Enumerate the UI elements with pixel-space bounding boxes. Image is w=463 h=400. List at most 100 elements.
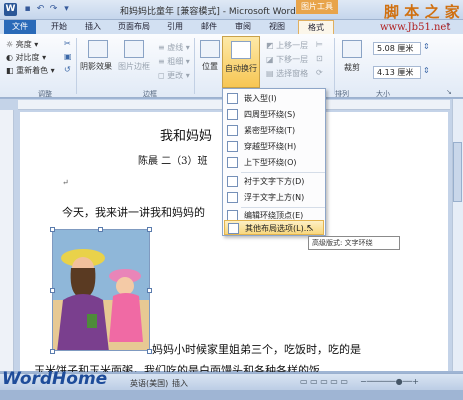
width-input[interactable]: 4.13 厘米	[373, 66, 421, 79]
resize-handle[interactable]	[98, 227, 103, 232]
border-color-button[interactable]: ◻ 更改 ▾	[158, 70, 190, 81]
menu-item-tight[interactable]: 紧密型环绕(T)	[224, 123, 324, 138]
border-style-button[interactable]: ≡ 粗细 ▾	[158, 56, 190, 67]
border-weight-button[interactable]: ≡ 虚线 ▾	[158, 42, 190, 53]
tab-home[interactable]: 开始	[46, 20, 72, 34]
wrap-through-icon	[227, 141, 238, 152]
send-backward-button[interactable]: ◪ 下移一层	[266, 54, 308, 65]
crop-icon[interactable]	[342, 40, 362, 58]
tab-insert[interactable]: 插入	[80, 20, 106, 34]
rotate-icon[interactable]: ⟳	[316, 68, 323, 77]
redo-icon[interactable]: ↷	[48, 4, 59, 15]
wrap-in-front-icon	[227, 192, 238, 203]
menu-item-label: 四周型环绕(S)	[244, 110, 296, 119]
menu-item-label: 其他布局选项(L)...	[245, 224, 312, 233]
tab-format[interactable]: 格式	[298, 20, 334, 34]
position-label[interactable]: 位置	[202, 61, 218, 72]
tab-review[interactable]: 审阅	[230, 20, 256, 34]
resize-handle[interactable]	[147, 288, 152, 293]
layout-options-icon	[228, 223, 239, 234]
align-icon[interactable]: ⊨	[316, 40, 323, 49]
wrap-square-icon	[227, 109, 238, 120]
contrast-label: 对比度	[15, 53, 40, 62]
tab-file[interactable]: 文件	[4, 20, 36, 34]
height-spinner-icon[interactable]: ⇕	[423, 42, 430, 51]
width-spinner-icon[interactable]: ⇕	[423, 66, 430, 75]
resize-handle[interactable]	[50, 227, 55, 232]
group-separator	[334, 38, 335, 94]
group-label-adjust: 调整	[38, 90, 52, 98]
tab-view[interactable]: 视图	[264, 20, 290, 34]
group-separator	[194, 38, 195, 94]
tooltip: 高级版式: 文字环绕	[308, 236, 400, 250]
wrap-top-bottom-icon	[227, 157, 238, 168]
shadow-effects-icon[interactable]	[88, 40, 108, 58]
scrollbar-thumb[interactable]	[453, 142, 462, 202]
wordhome-logo: WordHome	[2, 369, 108, 389]
resize-handle[interactable]	[50, 349, 55, 354]
word-app-icon[interactable]: W	[4, 3, 17, 16]
recolor-button[interactable]: ◧ 重新着色 ▾	[6, 65, 55, 76]
language-indicator[interactable]: 英语(美国)	[130, 378, 168, 389]
save-icon[interactable]: ▪	[22, 4, 33, 15]
bottom-strip	[0, 390, 463, 400]
crop-label[interactable]: 裁剪	[344, 62, 360, 73]
shadow-effects-label[interactable]: 阴影效果	[80, 61, 112, 72]
menu-item-label: 嵌入型(I)	[244, 94, 277, 103]
resize-handle[interactable]	[147, 227, 152, 232]
insert-mode-indicator[interactable]: 插入	[172, 378, 188, 389]
bring-forward-label: 上移一层	[276, 41, 309, 50]
menu-item-top-bottom[interactable]: 上下型环绕(O)	[224, 155, 324, 170]
vertical-scrollbar[interactable]	[452, 99, 463, 371]
resize-handle[interactable]	[147, 349, 152, 354]
selection-pane-button[interactable]: ▤ 选择窗格	[266, 68, 308, 79]
document-heading[interactable]: 我和妈妈	[160, 125, 212, 144]
recolor-label: 重新着色	[16, 66, 49, 75]
menu-item-label: 紧密型环绕(T)	[244, 126, 296, 135]
wrap-behind-text-icon	[227, 176, 238, 187]
selection-pane-label: 选择窗格	[276, 69, 309, 78]
size-dialog-launcher-icon[interactable]: ↘	[446, 88, 452, 96]
wrap-text-label: 自动换行	[225, 64, 257, 73]
tab-page-layout[interactable]: 页面布局	[114, 20, 154, 34]
resize-handle[interactable]	[50, 288, 55, 293]
height-input[interactable]: 5.08 厘米	[373, 42, 421, 55]
menu-item-label: 穿越型环绕(H)	[244, 142, 297, 151]
compress-pictures-icon[interactable]: ✂	[64, 39, 71, 48]
group-separator	[76, 38, 77, 94]
zoom-slider[interactable]: −──────●──+	[360, 377, 419, 386]
tab-mailings[interactable]: 邮件	[196, 20, 222, 34]
menu-separator	[241, 172, 325, 173]
quick-access-dropdown-icon[interactable]: ▾	[61, 4, 72, 15]
change-picture-icon[interactable]: ▣	[64, 52, 72, 61]
brightness-button[interactable]: ☼ 亮度 ▾	[6, 39, 38, 50]
menu-item-in-front-of-text[interactable]: 浮于文字上方(N)	[224, 190, 324, 205]
menu-item-label: 衬于文字下方(D)	[244, 177, 305, 186]
tab-references[interactable]: 引用	[162, 20, 188, 34]
group-icon[interactable]: ⊡	[316, 54, 323, 63]
view-buttons[interactable]: ▭ ▭ ▭ ▭ ▭	[300, 377, 348, 386]
selected-picture[interactable]	[52, 229, 150, 351]
brightness-label: 亮度	[15, 40, 32, 49]
menu-item-behind-text[interactable]: 衬于文字下方(D)	[224, 174, 324, 189]
wrap-text-menu: 嵌入型(I) 四周型环绕(S) 紧密型环绕(T) 穿越型环绕(H) 上下型环绕(…	[222, 88, 326, 236]
bring-forward-button[interactable]: ◩ 上移一层	[266, 40, 308, 51]
document-byline[interactable]: 陈晨 二（3）班	[138, 152, 208, 167]
picture-border-label[interactable]: 图片边框	[118, 61, 150, 72]
menu-item-inline[interactable]: 嵌入型(I)	[224, 91, 324, 106]
paragraph-intro[interactable]: 今天，我来讲一讲我和妈妈的	[62, 204, 205, 220]
paragraph-mark: ↵	[62, 178, 69, 187]
menu-item-label: 浮于文字上方(N)	[244, 193, 305, 202]
menu-item-square[interactable]: 四周型环绕(S)	[224, 107, 324, 122]
wrap-text-button[interactable]: 自动换行	[222, 36, 260, 88]
picture-border-icon[interactable]	[124, 40, 144, 58]
reset-picture-icon[interactable]: ↺	[64, 65, 71, 74]
vertical-ruler[interactable]	[0, 110, 14, 371]
watermark-url: www.Jb51.net	[380, 22, 451, 33]
contrast-button[interactable]: ◐ 对比度 ▾	[6, 52, 46, 63]
menu-item-through[interactable]: 穿越型环绕(H)	[224, 139, 324, 154]
send-backward-label: 下移一层	[276, 55, 309, 64]
undo-icon[interactable]: ↶	[35, 4, 46, 15]
paragraph-childhood[interactable]: 妈妈小时候家里姐弟三个，吃饭时，吃的是	[152, 341, 361, 357]
position-icon[interactable]	[200, 40, 220, 58]
